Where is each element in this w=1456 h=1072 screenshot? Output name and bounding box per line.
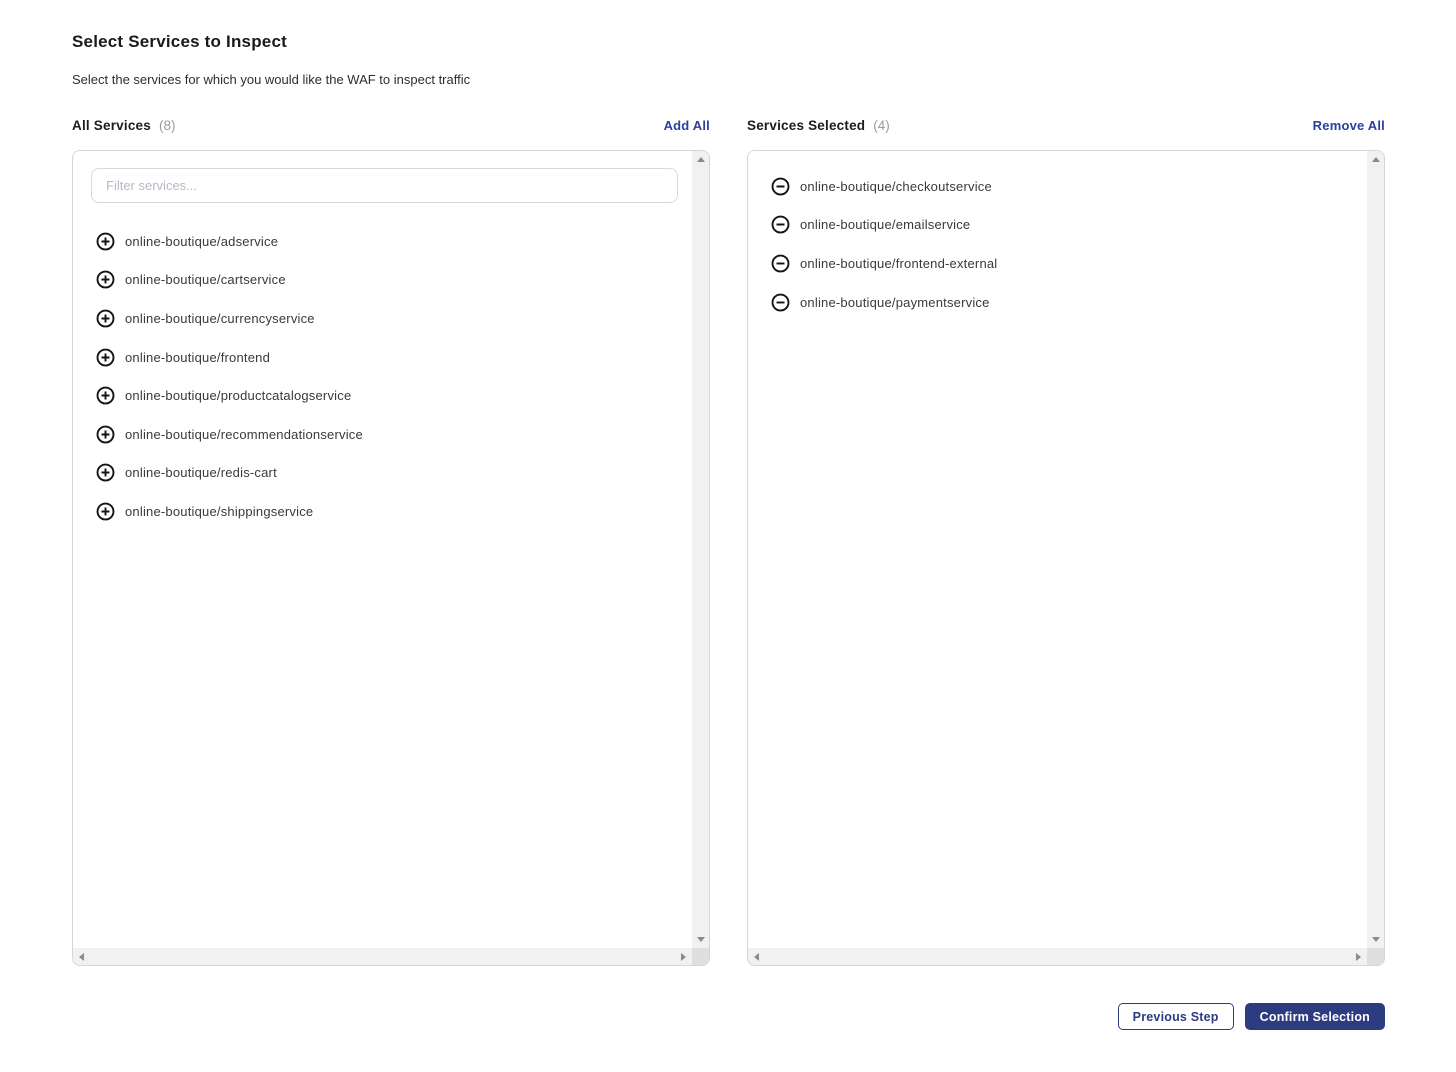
scroll-right-arrow-icon[interactable] (1356, 953, 1361, 961)
minus-circle-icon[interactable] (771, 215, 790, 234)
all-services-panel: online-boutique/adservice online-boutiqu… (72, 150, 710, 966)
service-label: online-boutique/adservice (125, 234, 278, 249)
service-label: online-boutique/productcatalogservice (125, 388, 351, 403)
horizontal-scrollbar[interactable] (73, 948, 692, 965)
service-label: online-boutique/currencyservice (125, 311, 315, 326)
plus-circle-icon[interactable] (96, 502, 115, 521)
remove-all-link[interactable]: Remove All (1313, 118, 1385, 133)
service-label: online-boutique/frontend-external (800, 256, 997, 271)
minus-circle-icon[interactable] (771, 293, 790, 312)
confirm-selection-button[interactable]: Confirm Selection (1245, 1003, 1385, 1030)
scrollbar-corner (1367, 948, 1384, 965)
scroll-down-arrow-icon[interactable] (697, 937, 705, 942)
scroll-up-arrow-icon[interactable] (1372, 157, 1380, 162)
service-row[interactable]: online-boutique/frontend (73, 338, 709, 377)
service-label: online-boutique/recommendationservice (125, 427, 363, 442)
service-row[interactable]: online-boutique/cartservice (73, 261, 709, 300)
service-row[interactable]: online-boutique/paymentservice (748, 283, 1384, 322)
service-label: online-boutique/checkoutservice (800, 179, 992, 194)
plus-circle-icon[interactable] (96, 386, 115, 405)
services-selected-header: Services Selected (4) Remove All (747, 118, 1385, 133)
add-all-link[interactable]: Add All (664, 118, 710, 133)
service-label: online-boutique/frontend (125, 350, 270, 365)
page-title: Select Services to Inspect (72, 32, 287, 52)
services-selected-title: Services Selected (747, 118, 865, 133)
services-selected-panel: online-boutique/checkoutservice online-b… (747, 150, 1385, 966)
selected-services-list: online-boutique/checkoutservice online-b… (748, 151, 1384, 321)
footer-actions: Previous Step Confirm Selection (72, 1003, 1385, 1030)
minus-circle-icon[interactable] (771, 254, 790, 273)
service-row[interactable]: online-boutique/emailservice (748, 206, 1384, 245)
plus-circle-icon[interactable] (96, 309, 115, 328)
all-services-list: online-boutique/adservice online-boutiqu… (73, 203, 709, 531)
services-selected-count: (4) (873, 118, 890, 133)
scroll-right-arrow-icon[interactable] (681, 953, 686, 961)
service-row[interactable]: online-boutique/shippingservice (73, 492, 709, 531)
service-row[interactable]: online-boutique/frontend-external (748, 244, 1384, 283)
service-label: online-boutique/shippingservice (125, 504, 313, 519)
scroll-left-arrow-icon[interactable] (754, 953, 759, 961)
service-row[interactable]: online-boutique/recommendationservice (73, 415, 709, 454)
all-services-header: All Services (8) Add All (72, 118, 710, 133)
plus-circle-icon[interactable] (96, 348, 115, 367)
all-services-title: All Services (72, 118, 151, 133)
all-services-count: (8) (159, 118, 176, 133)
plus-circle-icon[interactable] (96, 425, 115, 444)
service-row[interactable]: online-boutique/redis-cart (73, 454, 709, 493)
scroll-left-arrow-icon[interactable] (79, 953, 84, 961)
vertical-scrollbar[interactable] (692, 151, 709, 948)
service-label: online-boutique/emailservice (800, 217, 970, 232)
minus-circle-icon[interactable] (771, 177, 790, 196)
filter-services-input[interactable] (91, 168, 678, 203)
plus-circle-icon[interactable] (96, 270, 115, 289)
page-subtitle: Select the services for which you would … (72, 72, 470, 87)
plus-circle-icon[interactable] (96, 232, 115, 251)
service-row[interactable]: online-boutique/productcatalogservice (73, 376, 709, 415)
service-row[interactable]: online-boutique/checkoutservice (748, 167, 1384, 206)
service-label: online-boutique/cartservice (125, 272, 286, 287)
horizontal-scrollbar[interactable] (748, 948, 1367, 965)
service-label: online-boutique/paymentservice (800, 295, 990, 310)
previous-step-button[interactable]: Previous Step (1118, 1003, 1234, 1030)
vertical-scrollbar[interactable] (1367, 151, 1384, 948)
scroll-down-arrow-icon[interactable] (1372, 937, 1380, 942)
service-row[interactable]: online-boutique/currencyservice (73, 299, 709, 338)
plus-circle-icon[interactable] (96, 463, 115, 482)
service-label: online-boutique/redis-cart (125, 465, 277, 480)
scrollbar-corner (692, 948, 709, 965)
select-services-page: Select Services to Inspect Select the se… (0, 0, 1456, 1072)
service-row[interactable]: online-boutique/adservice (73, 222, 709, 261)
scroll-up-arrow-icon[interactable] (697, 157, 705, 162)
